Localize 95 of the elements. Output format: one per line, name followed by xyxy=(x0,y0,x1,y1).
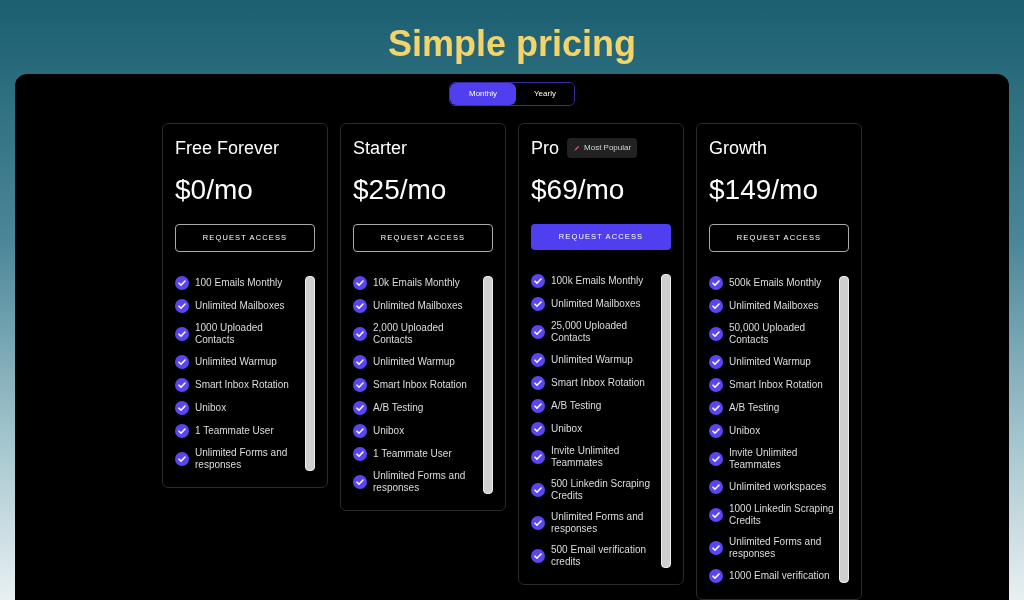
feature-text: Unibox xyxy=(195,402,227,414)
check-icon xyxy=(353,475,367,489)
check-icon xyxy=(709,327,723,341)
feature-text: 25,000 Uploaded Contacts xyxy=(551,320,629,344)
plan-name: Pro xyxy=(531,136,559,160)
feature-text: Unlimited Mailboxes xyxy=(373,300,463,312)
check-icon xyxy=(709,401,723,415)
check-icon xyxy=(531,549,545,563)
feature-text: Smart Inbox Rotation xyxy=(195,379,289,391)
check-icon xyxy=(709,452,723,466)
scrollbar[interactable] xyxy=(839,276,849,583)
plan-price: $0/mo xyxy=(175,176,254,204)
feature-text: Unibox xyxy=(551,423,583,435)
scrollbar[interactable] xyxy=(483,276,493,494)
page-title: Simple pricing xyxy=(387,22,636,66)
feature-text: 1 Teammate User xyxy=(373,448,452,460)
check-icon xyxy=(709,424,723,438)
check-icon xyxy=(531,353,545,367)
feature-text: A/B Testing xyxy=(551,400,602,412)
plan-price: $25/mo xyxy=(353,176,448,204)
check-icon xyxy=(709,355,723,369)
feature-text: 10k Emails Monthly xyxy=(373,277,460,289)
check-icon xyxy=(709,541,723,555)
plan-name: Free Forever xyxy=(175,136,280,160)
check-icon xyxy=(531,274,545,288)
check-icon xyxy=(353,424,367,438)
feature-text: Smart Inbox Rotation xyxy=(551,377,645,389)
check-icon xyxy=(531,297,545,311)
check-icon xyxy=(709,276,723,290)
feature-text: 100k Emails Monthly xyxy=(551,275,644,287)
billing-tab[interactable]: Monthly xyxy=(450,83,516,105)
feature-text: 2,000 Uploaded Contacts xyxy=(373,322,445,346)
feature-text: A/B Testing xyxy=(373,402,424,414)
check-icon xyxy=(353,447,367,461)
plan-name: Growth xyxy=(709,136,768,160)
check-icon xyxy=(353,378,367,392)
check-icon xyxy=(709,569,723,583)
check-icon xyxy=(175,276,189,290)
feature-text: Unlimited Warmup xyxy=(551,354,633,366)
feature-text: 100 Emails Monthly xyxy=(195,277,283,289)
feature-text: 500 Linkedin Scraping Credits xyxy=(551,478,651,502)
badge-text: Most Popular xyxy=(584,142,632,154)
check-icon xyxy=(531,516,545,530)
feature-text: Unlimited workspaces xyxy=(729,481,827,493)
check-icon xyxy=(709,508,723,522)
scrollbar[interactable] xyxy=(661,274,671,568)
feature-text: Unlimited Forms and responses xyxy=(195,447,289,471)
check-icon xyxy=(353,299,367,313)
feature-text: 1000 Linkedin Scraping Credits xyxy=(729,503,835,527)
feature-text: Unlimited Warmup xyxy=(373,356,455,368)
check-icon xyxy=(175,355,189,369)
feature-text: Unlimited Forms and responses xyxy=(729,536,823,560)
plan-price: $69/mo xyxy=(531,176,626,204)
feature-text: 50,000 Uploaded Contacts xyxy=(729,322,807,346)
check-icon xyxy=(353,276,367,290)
feature-text: Unibox xyxy=(373,425,405,437)
feature-text: Unibox xyxy=(729,425,761,437)
feature-text: 500 Email verification credits xyxy=(551,544,648,568)
check-icon xyxy=(709,480,723,494)
feature-text: Unlimited Warmup xyxy=(195,356,277,368)
check-icon xyxy=(531,376,545,390)
check-icon xyxy=(353,401,367,415)
check-icon xyxy=(353,327,367,341)
feature-text: A/B Testing xyxy=(729,402,780,414)
feature-text: Unlimited Warmup xyxy=(729,356,811,368)
feature-text: Unlimited Mailboxes xyxy=(195,300,285,312)
check-icon xyxy=(531,483,545,497)
feature-text: Smart Inbox Rotation xyxy=(729,379,823,391)
check-icon xyxy=(531,422,545,436)
check-icon xyxy=(175,299,189,313)
feature-text: 500k Emails Monthly xyxy=(729,277,822,289)
scrollbar[interactable] xyxy=(305,276,315,471)
check-icon xyxy=(175,327,189,341)
feature-text: Invite Unlimited Teammates xyxy=(729,447,799,471)
check-icon xyxy=(175,452,189,466)
check-icon xyxy=(709,299,723,313)
feature-text: 1 Teammate User xyxy=(195,425,274,437)
feature-text: Smart Inbox Rotation xyxy=(373,379,467,391)
feature-text: Unlimited Mailboxes xyxy=(729,300,819,312)
check-icon xyxy=(175,378,189,392)
check-icon xyxy=(175,401,189,415)
feature-text: Unlimited Forms and responses xyxy=(551,511,645,535)
plan-price: $149/mo xyxy=(709,176,819,204)
check-icon xyxy=(709,378,723,392)
feature-text: 1000 Email verification xyxy=(729,570,830,582)
plan-name: Starter xyxy=(353,136,408,160)
check-icon xyxy=(531,325,545,339)
feature-text: 1000 Uploaded Contacts xyxy=(195,322,264,346)
check-icon xyxy=(531,450,545,464)
feature-text: Invite Unlimited Teammates xyxy=(551,445,621,469)
check-icon xyxy=(531,399,545,413)
feature-text: Unlimited Forms and responses xyxy=(373,470,467,494)
check-icon xyxy=(175,424,189,438)
feature-text: Unlimited Mailboxes xyxy=(551,298,641,310)
check-icon xyxy=(353,355,367,369)
